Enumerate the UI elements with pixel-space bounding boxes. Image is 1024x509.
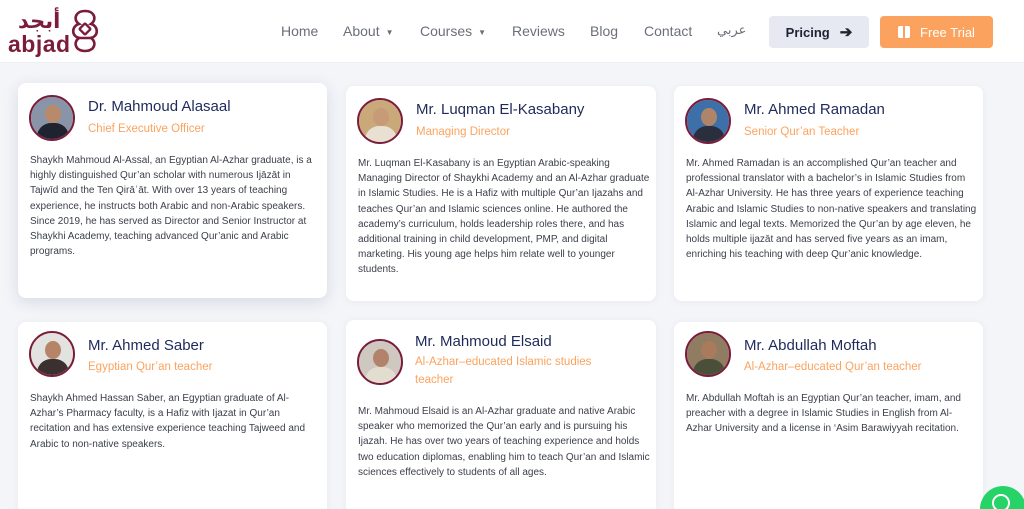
avatar	[685, 331, 731, 377]
team-member-name: Mr. Luqman El-Kasabany	[416, 101, 585, 118]
team-card[interactable]: Mr. Abdullah Moftah Al-Azhar–educated Qu…	[674, 322, 983, 509]
whatsapp-chat-button[interactable]	[980, 486, 1024, 509]
team-card[interactable]: Mr. Mahmoud Elsaid Al-Azhar–educated Isl…	[346, 320, 656, 509]
avatar	[685, 98, 731, 144]
nav-contact[interactable]: Contact	[644, 23, 692, 39]
team-member-role: Chief Executive Officer	[88, 123, 205, 135]
logo-latin-text: abjad	[8, 31, 71, 57]
team-member-bio: Shaykh Mahmoud Al-Assal, an Egyptian Al-…	[30, 155, 312, 258]
nav-courses-label: Courses	[420, 23, 473, 39]
team-member-name: Mr. Mahmoud Elsaid	[415, 333, 552, 350]
nav-about-label: About	[343, 23, 380, 39]
team-member-name: Mr. Ahmed Saber	[88, 337, 204, 354]
team-card[interactable]: Mr. Ahmed Saber Egyptian Qur’an teacher …	[18, 322, 327, 509]
team-member-role: Senior Qur’an Teacher	[744, 126, 860, 138]
team-member-bio: Shaykh Ahmed Hassan Saber, an Egyptian g…	[30, 393, 305, 450]
whatsapp-icon	[992, 494, 1010, 509]
nav-language-arabic[interactable]: عربي	[717, 23, 746, 38]
arrow-right-icon: ➔	[839, 24, 853, 41]
free-trial-button[interactable]: Free Trial	[880, 16, 993, 48]
team-member-bio: Mr. Luqman El-Kasabany is an Egyptian Ar…	[358, 158, 650, 276]
team-member-bio: Mr. Mahmoud Elsaid is an Al-Azhar gradua…	[358, 406, 650, 478]
avatar	[357, 98, 403, 144]
pricing-button[interactable]: Pricing ➔	[769, 16, 869, 48]
team-member-role: Al-Azhar–educated Islamic studies teache…	[415, 356, 592, 386]
nav-reviews[interactable]: Reviews	[512, 23, 565, 39]
team-member-name: Mr. Ahmed Ramadan	[744, 101, 885, 118]
team-member-role: Al-Azhar–educated Qur’an teacher	[744, 361, 922, 373]
team-member-role: Managing Director	[416, 126, 510, 138]
nav-home[interactable]: Home	[281, 23, 318, 39]
site-header: أبجد abjad Home About ▼ Courses ▼ Reviews …	[0, 0, 1024, 63]
team-member-bio: Mr. Abdullah Moftah is an Egyptian Qur’a…	[686, 393, 961, 435]
logo-arabic-text: أبجد	[18, 9, 61, 33]
gift-icon	[898, 26, 911, 38]
nav-courses[interactable]: Courses ▼	[420, 23, 486, 39]
team-card[interactable]: Mr. Luqman El-Kasabany Managing Director…	[346, 86, 656, 301]
team-member-bio: Mr. Ahmed Ramadan is an accomplished Qur…	[686, 158, 977, 261]
chevron-down-icon: ▼	[478, 27, 487, 37]
nav-blog[interactable]: Blog	[590, 23, 618, 39]
chevron-down-icon: ▼	[385, 27, 394, 37]
avatar	[29, 331, 75, 377]
pricing-button-label: Pricing	[785, 24, 830, 40]
abjad-logo[interactable]: أبجد abjad	[8, 6, 108, 58]
nav-about[interactable]: About ▼	[343, 23, 394, 39]
team-card[interactable]: Dr. Mahmoud Alasaal Chief Executive Offi…	[18, 83, 327, 298]
team-member-role: Egyptian Qur’an teacher	[88, 361, 213, 373]
logo-mark-icon	[71, 9, 99, 53]
avatar	[357, 339, 403, 385]
free-trial-button-label: Free Trial	[920, 24, 975, 40]
team-card[interactable]: Mr. Ahmed Ramadan Senior Qur’an Teacher …	[674, 86, 983, 301]
avatar	[29, 95, 75, 141]
team-member-name: Dr. Mahmoud Alasaal	[88, 98, 231, 115]
team-member-name: Mr. Abdullah Moftah	[744, 337, 877, 354]
